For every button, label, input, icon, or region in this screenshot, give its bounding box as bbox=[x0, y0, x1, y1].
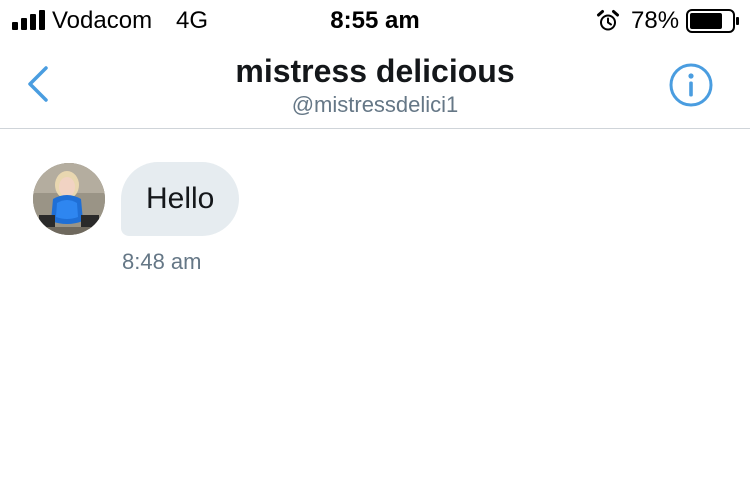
contact-handle: @mistressdelici1 bbox=[291, 92, 459, 117]
status-bar: Vodacom 4G 8:55 am 78% bbox=[0, 0, 750, 40]
battery-percent: 78% bbox=[631, 7, 680, 34]
alarm-clock-icon bbox=[597, 10, 619, 31]
info-circle-icon[interactable] bbox=[668, 62, 714, 108]
battery-icon bbox=[686, 9, 739, 33]
message-timestamp: 8:48 am bbox=[122, 249, 202, 274]
message-bubble[interactable]: Hello bbox=[121, 162, 240, 236]
contact-name: mistress delicious bbox=[235, 53, 515, 89]
avatar-photo bbox=[33, 163, 105, 235]
conversation-header: mistress delicious @mistressdelici1 bbox=[0, 40, 750, 129]
avatar[interactable] bbox=[33, 163, 105, 235]
